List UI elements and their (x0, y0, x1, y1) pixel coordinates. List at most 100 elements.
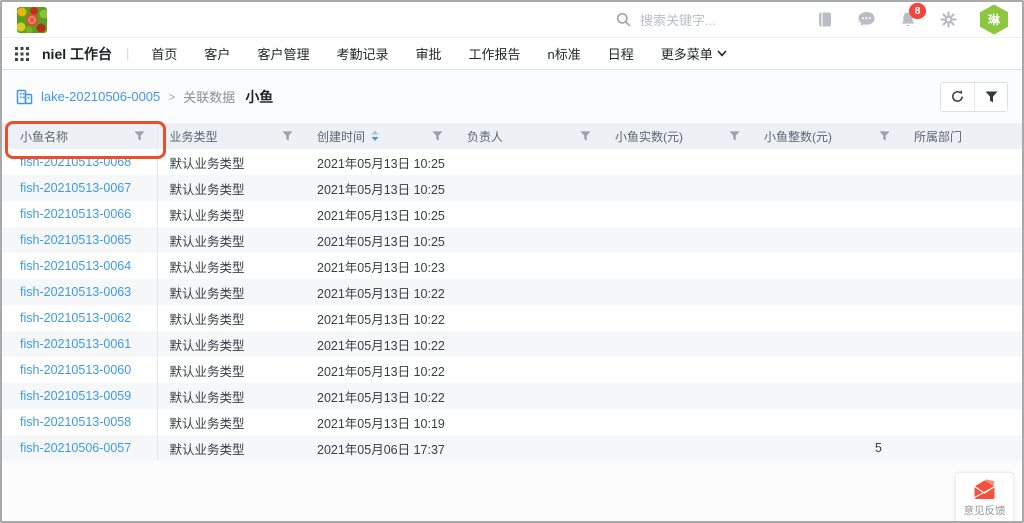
cell-owner (455, 227, 603, 253)
table-body: fish-20210513-0068 默认业务类型 2021年05月13日 10… (2, 149, 1024, 461)
table-row: fish-20210513-0067 默认业务类型 2021年05月13日 10… (2, 175, 1024, 201)
cell-created-time: 2021年05月13日 10:25 (305, 201, 455, 227)
filter-button[interactable] (974, 83, 1007, 111)
record-link[interactable]: fish-20210513-0067 (20, 181, 131, 195)
column-header-created-time[interactable]: 创建时间 (305, 123, 455, 149)
column-header-fish-real-number[interactable]: 小鱼实数(元) (603, 123, 752, 149)
table-row: fish-20210513-0062 默认业务类型 2021年05月13日 10… (2, 305, 1024, 331)
table-row: fish-20210513-0068 默认业务类型 2021年05月13日 10… (2, 149, 1024, 175)
cell-owner (455, 175, 603, 201)
funnel-icon[interactable] (432, 131, 443, 141)
gear-icon[interactable] (940, 11, 957, 28)
apps-grid-icon[interactable] (15, 47, 29, 61)
funnel-icon[interactable] (729, 131, 740, 141)
record-link[interactable]: fish-20210513-0060 (20, 363, 131, 377)
cell-fish-integer (752, 253, 902, 279)
record-link[interactable]: fish-20210506-0057 (20, 441, 131, 455)
cell-fish-real-number (603, 253, 752, 279)
refresh-button[interactable] (941, 83, 974, 111)
table-row: fish-20210513-0063 默认业务类型 2021年05月13日 10… (2, 279, 1024, 305)
nav-item-n-standard[interactable]: n标准 (548, 44, 581, 63)
cell-business-type: 默认业务类型 (157, 149, 305, 175)
cell-fish-real-number (603, 435, 752, 461)
record-link[interactable]: fish-20210513-0064 (20, 259, 131, 273)
breadcrumb-record-link[interactable]: lake-20210506-0005 (41, 89, 160, 104)
avatar[interactable]: 琳 (980, 5, 1008, 35)
record-link[interactable]: fish-20210513-0061 (20, 337, 131, 351)
chat-icon[interactable] (857, 11, 876, 28)
cell-department (902, 331, 1024, 357)
cell-fish-real-number (603, 175, 752, 201)
cell-fish-integer (752, 357, 902, 383)
nav-more-label: 更多菜单 (661, 44, 713, 63)
funnel-icon[interactable] (282, 131, 293, 141)
column-header-department[interactable]: 所属部门 (902, 123, 1024, 149)
nav-more-menu[interactable]: 更多菜单 (661, 44, 727, 63)
notebook-icon[interactable] (816, 11, 834, 28)
cell-fish-integer (752, 383, 902, 409)
cell-fish-integer (752, 149, 902, 175)
nav-item-customer-mgmt[interactable]: 客户管理 (257, 44, 309, 63)
global-search[interactable]: 搜索关键字... (616, 2, 716, 37)
cell-owner (455, 253, 603, 279)
workspace-title[interactable]: niel 工作台 (42, 44, 112, 64)
record-link[interactable]: fish-20210513-0062 (20, 311, 131, 325)
cell-owner (455, 435, 603, 461)
cell-business-type: 默认业务类型 (157, 331, 305, 357)
nav-item-customers[interactable]: 客户 (204, 44, 230, 63)
cell-created-time: 2021年05月13日 10:25 (305, 227, 455, 253)
cell-business-type: 默认业务类型 (157, 279, 305, 305)
cell-business-type: 默认业务类型 (157, 175, 305, 201)
cell-owner (455, 357, 603, 383)
cell-fish-integer: 5 (752, 435, 902, 461)
table-row: fish-20210513-0065 默认业务类型 2021年05月13日 10… (2, 227, 1024, 253)
cell-fish-integer (752, 331, 902, 357)
cell-department (902, 279, 1024, 305)
record-link[interactable]: fish-20210513-0066 (20, 207, 131, 221)
cell-fish-integer (752, 227, 902, 253)
funnel-icon[interactable] (580, 131, 591, 141)
table-header: 小鱼名称 业务类型 创建时间 (2, 123, 1024, 149)
app-logo[interactable] (17, 7, 47, 33)
record-link[interactable]: fish-20210513-0058 (20, 415, 131, 429)
cell-fish-real-number (603, 409, 752, 435)
nav-divider: | (126, 46, 129, 61)
breadcrumb-separator: > (168, 90, 175, 104)
table-row: fish-20210513-0060 默认业务类型 2021年05月13日 10… (2, 357, 1024, 383)
cell-department (902, 227, 1024, 253)
table-row: fish-20210513-0059 默认业务类型 2021年05月13日 10… (2, 383, 1024, 409)
cell-owner (455, 383, 603, 409)
nav-item-work-report[interactable]: 工作报告 (468, 44, 520, 63)
cell-owner (455, 409, 603, 435)
funnel-icon[interactable] (879, 131, 890, 141)
cell-created-time: 2021年05月13日 10:25 (305, 175, 455, 201)
record-link[interactable]: fish-20210513-0065 (20, 233, 131, 247)
search-icon (616, 12, 631, 27)
bell-icon[interactable]: 8 (899, 11, 917, 29)
feedback-widget[interactable]: 意见反馈 (955, 472, 1014, 523)
main-nav: niel 工作台 | 首页 客户 客户管理 考勤记录 审批 工作报告 n标准 日… (2, 38, 1022, 70)
cell-fish-real-number (603, 383, 752, 409)
column-header-fish-integer[interactable]: 小鱼整数(元) (752, 123, 902, 149)
cell-department (902, 149, 1024, 175)
funnel-icon[interactable] (134, 131, 145, 141)
table-row: fish-20210513-0066 默认业务类型 2021年05月13日 10… (2, 201, 1024, 227)
sort-icon[interactable] (371, 130, 379, 142)
column-header-fish-name[interactable]: 小鱼名称 (2, 123, 157, 149)
cell-owner (455, 331, 603, 357)
record-link[interactable]: fish-20210513-0068 (20, 155, 131, 169)
nav-item-home[interactable]: 首页 (151, 44, 177, 63)
column-header-business-type[interactable]: 业务类型 (157, 123, 305, 149)
cell-fish-real-number (603, 331, 752, 357)
chevron-down-icon (717, 50, 727, 57)
record-link[interactable]: fish-20210513-0063 (20, 285, 131, 299)
column-header-owner[interactable]: 负责人 (455, 123, 603, 149)
nav-item-approval[interactable]: 审批 (415, 44, 441, 63)
cell-fish-integer (752, 175, 902, 201)
cell-owner (455, 201, 603, 227)
record-link[interactable]: fish-20210513-0059 (20, 389, 131, 403)
cell-business-type: 默认业务类型 (157, 227, 305, 253)
nav-item-calendar[interactable]: 日程 (608, 44, 634, 63)
cell-created-time: 2021年05月13日 10:22 (305, 305, 455, 331)
nav-item-attendance[interactable]: 考勤记录 (336, 44, 388, 63)
